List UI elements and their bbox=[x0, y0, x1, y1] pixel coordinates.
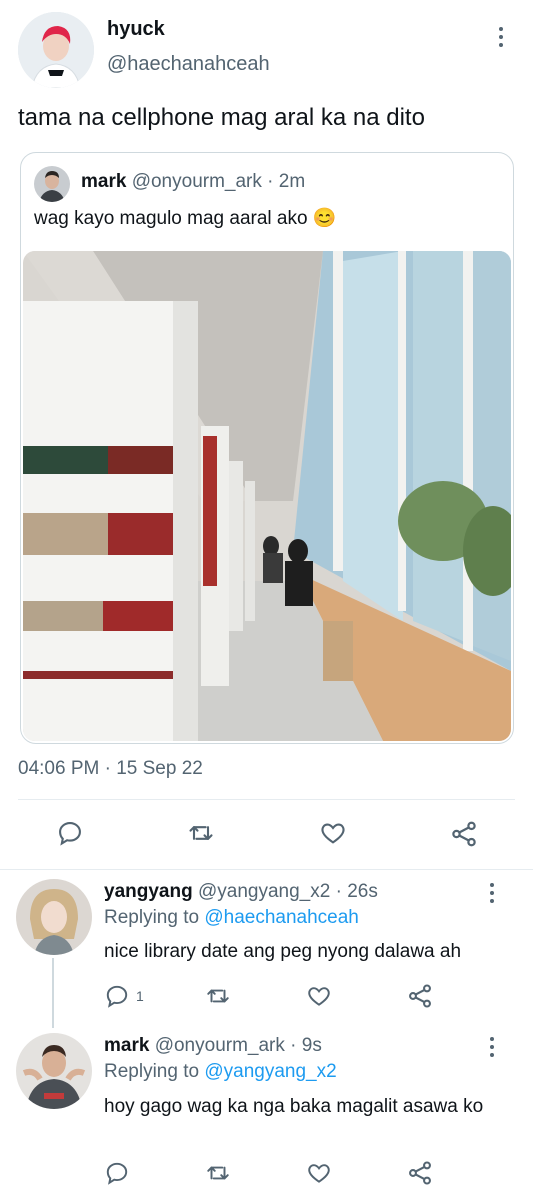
retweet-button[interactable] bbox=[204, 983, 232, 1009]
reply-handle[interactable]: @yangyang_x2 bbox=[198, 881, 330, 902]
retweet-button[interactable] bbox=[186, 819, 216, 847]
replying-to-label: Replying to bbox=[104, 1061, 200, 1082]
retweet-icon bbox=[204, 983, 232, 1009]
reply-icon bbox=[104, 983, 130, 1009]
author-handle[interactable]: @haechanahceah bbox=[107, 53, 270, 76]
share-button[interactable] bbox=[406, 982, 434, 1010]
like-icon bbox=[305, 983, 333, 1009]
tweet-text: tama na cellphone mag aral ka na dito bbox=[18, 104, 425, 131]
quoted-text: wag kayo magulo mag aaral ako bbox=[34, 208, 308, 229]
reply-text: nice library date ang peg nyong dalawa a… bbox=[104, 941, 462, 962]
quoted-handle[interactable]: @onyourm_ark bbox=[132, 171, 262, 192]
replying-to-label: Replying to bbox=[104, 907, 200, 928]
quoted-display-name[interactable]: mark bbox=[81, 171, 126, 192]
reply-display-name[interactable]: yangyang bbox=[104, 881, 193, 902]
quoted-time: · 2m bbox=[267, 171, 306, 192]
reply-button[interactable] bbox=[56, 819, 84, 847]
reply-count: 1 bbox=[136, 988, 144, 1004]
reply-time: · 26s bbox=[335, 881, 378, 902]
reply-handle[interactable]: @onyourm_ark bbox=[155, 1035, 285, 1056]
share-button[interactable] bbox=[449, 819, 479, 849]
tweet-timestamp[interactable]: 04:06 PM · 15 Sep 22 bbox=[18, 758, 203, 780]
like-button[interactable] bbox=[305, 1160, 333, 1186]
more-icon[interactable] bbox=[482, 878, 502, 908]
retweet-button[interactable] bbox=[204, 1160, 232, 1186]
thread-line bbox=[52, 958, 54, 1028]
quoted-avatar[interactable] bbox=[34, 166, 70, 202]
smile-emoji: 😊 bbox=[312, 208, 337, 229]
like-button[interactable] bbox=[318, 819, 348, 847]
author-avatar[interactable] bbox=[18, 12, 94, 88]
reply-button[interactable] bbox=[104, 1160, 136, 1186]
retweet-icon bbox=[186, 819, 216, 847]
reply-display-name[interactable]: mark bbox=[104, 1035, 149, 1056]
reply-time: · 9s bbox=[290, 1035, 322, 1056]
quoted-tweet-card[interactable]: mark @onyourm_ark · 2m wag kayo magulo m… bbox=[20, 152, 514, 744]
more-icon[interactable] bbox=[482, 1032, 502, 1062]
divider bbox=[18, 799, 515, 800]
library-photo[interactable] bbox=[23, 251, 511, 741]
reply-avatar[interactable] bbox=[16, 1033, 92, 1109]
retweet-icon bbox=[204, 1160, 232, 1186]
reply-icon bbox=[56, 819, 84, 847]
replying-to-handle[interactable]: @haechanahceah bbox=[204, 907, 359, 928]
replying-to-handle[interactable]: @yangyang_x2 bbox=[204, 1061, 336, 1082]
reply-avatar[interactable] bbox=[16, 879, 92, 955]
author-display-name[interactable]: hyuck bbox=[107, 18, 165, 41]
share-icon bbox=[449, 819, 479, 849]
share-icon bbox=[406, 1159, 434, 1187]
like-button[interactable] bbox=[305, 983, 333, 1009]
share-button[interactable] bbox=[406, 1159, 434, 1187]
share-icon bbox=[406, 982, 434, 1010]
more-icon[interactable] bbox=[491, 22, 511, 52]
reply-icon bbox=[104, 1160, 130, 1186]
divider bbox=[0, 869, 533, 870]
reply-button[interactable]: 1 bbox=[104, 983, 144, 1009]
reply-text: hoy gago wag ka nga baka magalit asawa k… bbox=[104, 1096, 484, 1117]
like-icon bbox=[305, 1160, 333, 1186]
like-icon bbox=[318, 819, 348, 847]
